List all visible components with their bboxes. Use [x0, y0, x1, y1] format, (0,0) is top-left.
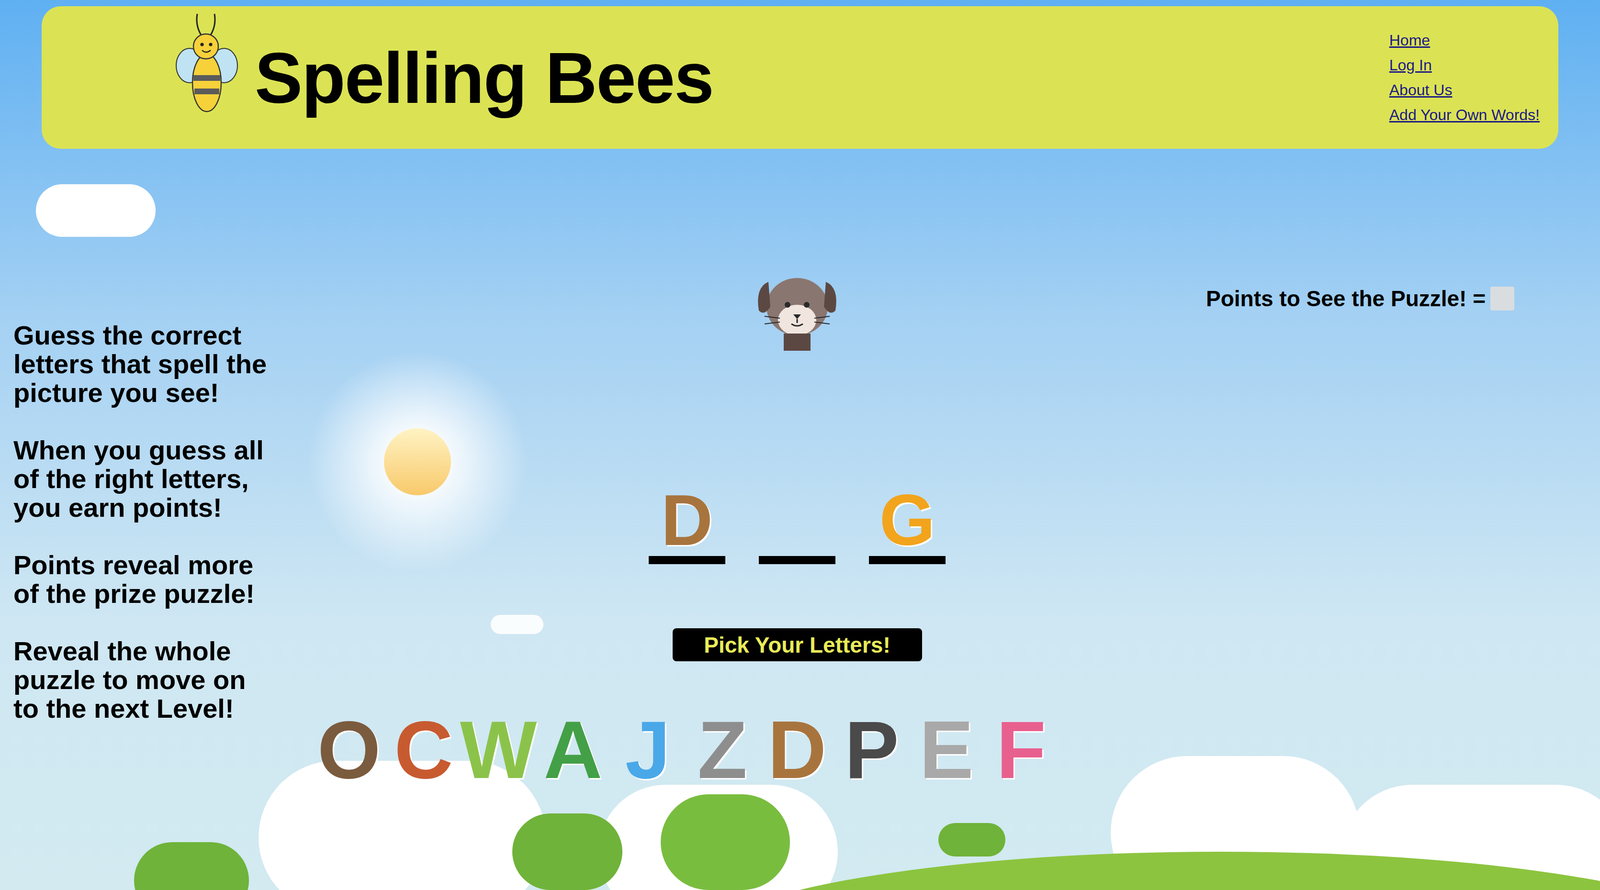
page: Spelling Bees Home Log In About Us Add Your …	[0, 0, 1600, 890]
letter-choice[interactable]: P	[843, 704, 901, 791]
header: Spelling Bees Home Log In About Us Add Your …	[41, 6, 1559, 149]
cloud	[35, 184, 156, 237]
points-label: Points to See the Puzzle! =	[1205, 285, 1486, 313]
instruction-text: Guess the correct letters that spell the…	[13, 321, 268, 408]
sun	[297, 342, 538, 582]
tree	[660, 794, 790, 890]
letter-choice[interactable]: C	[394, 704, 453, 791]
tree	[134, 842, 249, 890]
tree	[938, 823, 1006, 857]
dog-picture-icon	[751, 260, 844, 353]
bee-logo-icon	[168, 6, 246, 150]
nav-link[interactable]: About Us	[1389, 81, 1540, 99]
letter-choice[interactable]: Z	[693, 704, 752, 791]
instruction-text: Points reveal more of the prize puzzle!	[13, 551, 268, 609]
letter-slot: D	[648, 479, 726, 565]
letter-choice[interactable]: O	[320, 704, 378, 791]
letter-choice[interactable]: F	[992, 704, 1050, 791]
letter-choice[interactable]: A	[544, 704, 602, 791]
word-slots: DG	[648, 479, 946, 565]
nav: Home Log In About Us Add Your Own Words!	[1389, 6, 1540, 124]
pick-letters-button[interactable]: Pick Your Letters!	[672, 628, 923, 662]
letter-choice[interactable]: W	[469, 704, 528, 791]
cloud	[490, 615, 544, 635]
instruction-text: When you guess all of the right letters,…	[13, 436, 268, 523]
nav-link[interactable]: Log In	[1389, 56, 1540, 74]
tree	[512, 813, 623, 890]
slot-letter: G	[879, 484, 936, 557]
letter-choices: OCWAJZDPEF	[320, 704, 1050, 791]
nav-link[interactable]: Add Your Own Words!	[1389, 106, 1540, 124]
nav-link[interactable]: Home	[1389, 32, 1540, 49]
letter-choice[interactable]: E	[917, 704, 976, 791]
points-panel: Points to See the Puzzle! =	[1192, 148, 1515, 313]
letter-slot: G	[868, 479, 946, 565]
instructions: Guess the correct letters that spell the…	[0, 148, 269, 791]
site-title: Spelling Bees	[254, 42, 714, 114]
letter-choice[interactable]: D	[768, 704, 826, 791]
slot-letter: D	[661, 484, 713, 557]
instruction-text: Reveal the whole puzzle to move on to th…	[13, 637, 268, 724]
puzzle-preview-icon	[1490, 286, 1515, 311]
letter-slot	[758, 479, 836, 565]
game-area: DGPick Your Letters!OCWAJZDPEF	[268, 148, 1193, 791]
letter-choice[interactable]: J	[619, 704, 677, 791]
